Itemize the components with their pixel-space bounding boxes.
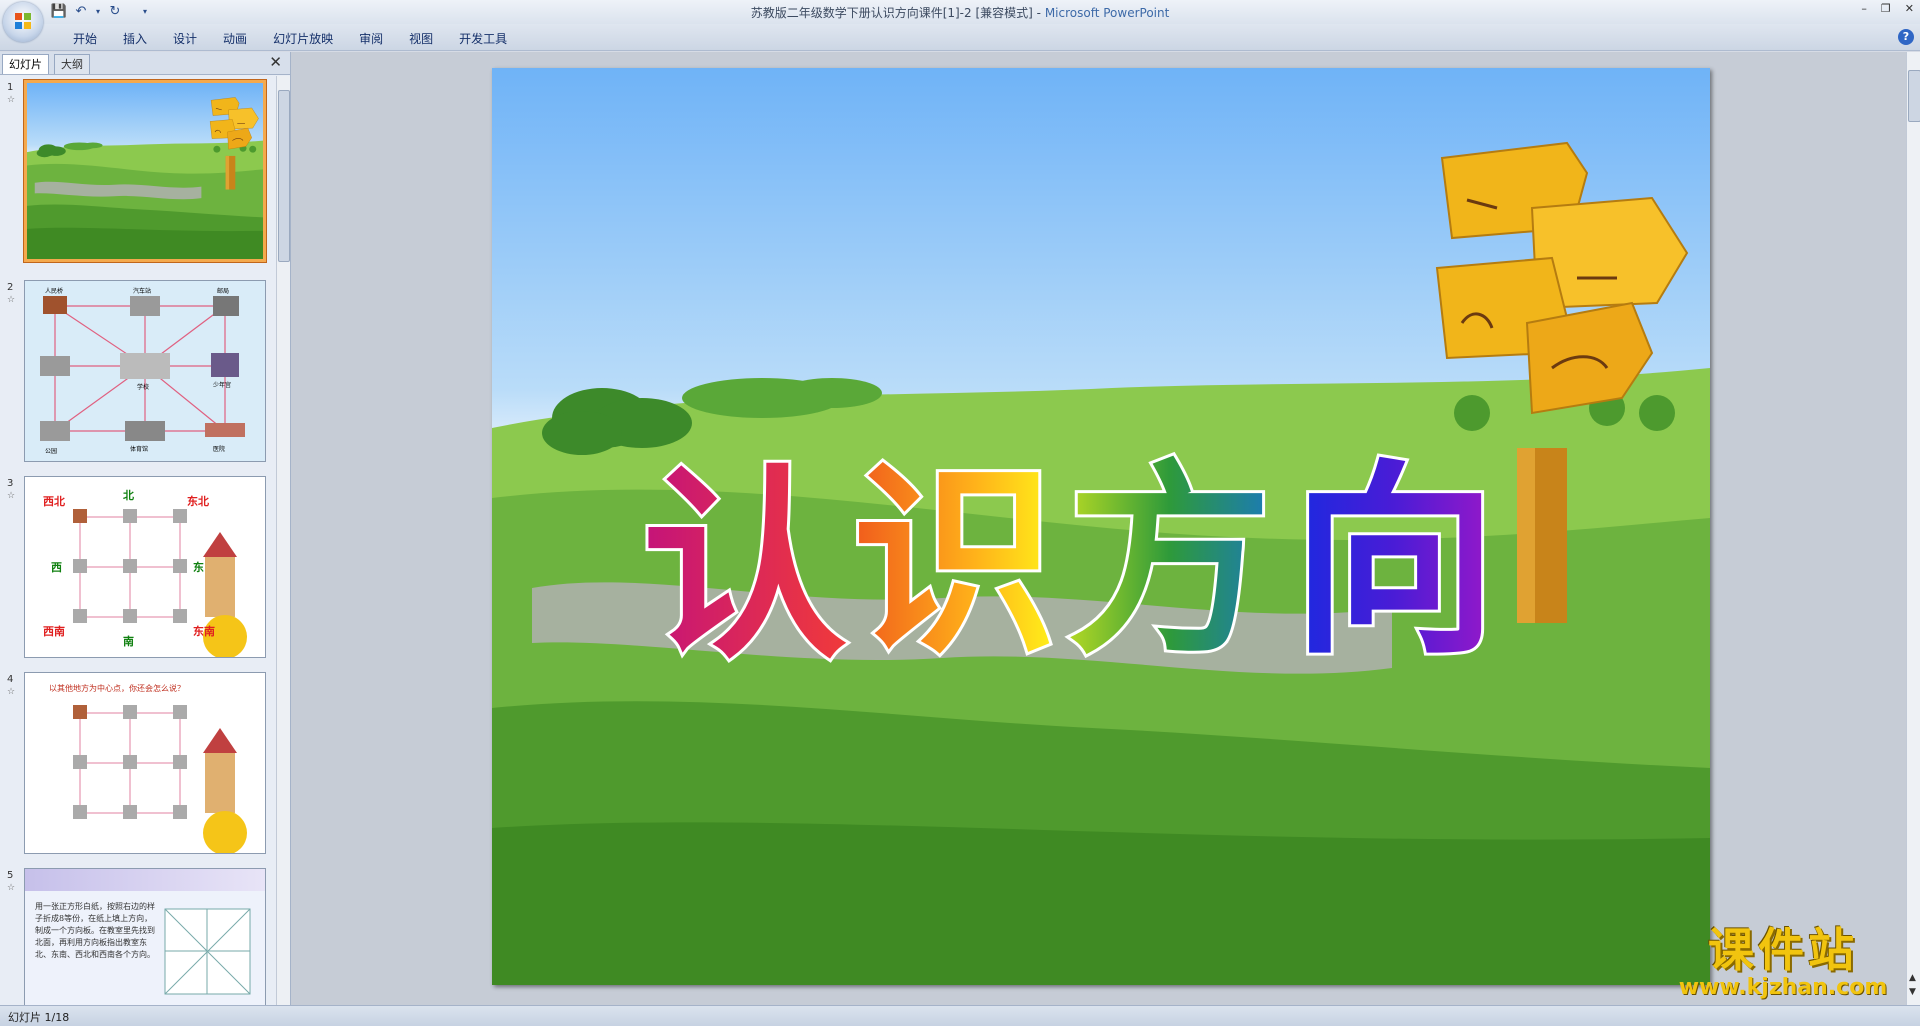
direction-s: 南: [123, 634, 134, 648]
panel-tabs: 幻灯片 大纲 ✕: [0, 52, 290, 75]
next-slide-icon[interactable]: ▼: [1909, 987, 1916, 997]
slide-counter: 幻灯片 1/18: [8, 1011, 70, 1024]
restore-icon[interactable]: ❐: [1881, 2, 1891, 15]
tab-developer[interactable]: 开发工具: [446, 30, 520, 47]
title-char-4: 向: [1292, 444, 1497, 682]
title-char-3: 方: [1067, 444, 1272, 682]
animation-star-icon: ☆: [7, 295, 16, 305]
tab-insert[interactable]: 插入: [110, 30, 160, 47]
help-icon[interactable]: ?: [1898, 29, 1914, 45]
thumbnail-3-compass: 西北 北 东北 西 东 西南 南 东南: [25, 477, 265, 657]
map-label: 体育馆: [130, 445, 148, 453]
watermark-url: www.kjzhan.com: [1678, 975, 1888, 1000]
close-panel-icon[interactable]: ✕: [269, 53, 282, 71]
tab-animation[interactable]: 动画: [210, 30, 260, 47]
main-scroll-thumb[interactable]: [1908, 70, 1920, 122]
animation-star-icon: ☆: [7, 95, 16, 105]
slide-number: 1: [7, 82, 14, 93]
prev-slide-icon[interactable]: ▲: [1909, 973, 1916, 983]
slide-1[interactable]: 认 识 方 向: [492, 68, 1710, 985]
panel-scroll-thumb[interactable]: [278, 90, 290, 262]
map-label: 医院: [213, 445, 225, 453]
slide-thumbnail-4[interactable]: 以其他地方为中心点，你还会怎么说？: [24, 672, 266, 854]
thumbnail-list: 1 ☆ 2 ☆ 人民桥 汽车站 邮局 少年宫 体育馆 学校 医院 公园 3 ☆ …: [0, 76, 276, 1005]
window-title: 苏教版二年级数学下册认识方向课件[1]-2 [兼容模式] - Microsoft…: [750, 6, 1170, 20]
animation-star-icon: ☆: [7, 491, 16, 501]
title-bar: 💾 ↶ ▾ ↻ ▾ 苏教版二年级数学下册认识方向课件[1]-2 [兼容模式] -…: [0, 0, 1920, 24]
map-label: 公园: [45, 448, 57, 455]
slide-number: 4: [7, 674, 14, 685]
slide-number: 3: [7, 478, 14, 489]
direction-sw: 西南: [43, 624, 65, 638]
slide-number: 2: [7, 282, 14, 293]
slide4-question: 以其他地方为中心点，你还会怎么说？: [49, 683, 185, 693]
thumbnail-2-map: 人民桥 汽车站 邮局 少年宫 体育馆 学校 医院 公园: [25, 281, 265, 461]
tab-review[interactable]: 审阅: [346, 30, 396, 47]
map-label: 汽车站: [133, 287, 151, 295]
tab-slides[interactable]: 幻灯片: [2, 54, 49, 74]
direction-e: 东: [193, 560, 204, 574]
slide-thumbnail-1[interactable]: [23, 79, 267, 263]
window-controls: – ❐ ✕: [1861, 2, 1914, 15]
watermark-main: 课件站: [1708, 923, 1858, 977]
office-button[interactable]: [3, 2, 43, 42]
office-logo-icon: [15, 13, 31, 29]
app-name: Microsoft PowerPoint: [1044, 6, 1170, 20]
direction-nw: 西北: [43, 494, 65, 508]
tab-view[interactable]: 视图: [396, 30, 446, 47]
close-icon[interactable]: ✕: [1905, 2, 1914, 15]
ribbon: 开始 插入 设计 动画 幻灯片放映 审阅 视图 开发工具 ?: [0, 24, 1920, 51]
thumbnail-4-map: 以其他地方为中心点，你还会怎么说？: [25, 673, 265, 853]
thumbnail-1-image: [27, 83, 263, 259]
animation-star-icon: ☆: [7, 687, 16, 697]
map-label: 学校: [137, 383, 149, 391]
slide-1-art: 认 识 方 向: [492, 68, 1710, 985]
status-bar: 幻灯片 1/18: [0, 1005, 1920, 1026]
tab-slideshow[interactable]: 幻灯片放映: [260, 30, 346, 47]
direction-se: 东南: [193, 624, 215, 638]
title-char-2: 识: [852, 444, 1057, 682]
panel-scrollbar[interactable]: [276, 76, 290, 1005]
slide-number: 5: [7, 870, 14, 881]
title-char-1: 认: [642, 449, 847, 687]
tab-outline[interactable]: 大纲: [54, 54, 90, 74]
direction-board-icon: [164, 908, 251, 995]
map-label: 人民桥: [45, 287, 63, 295]
direction-ne: 东北: [187, 494, 209, 508]
map-label: 邮局: [217, 287, 229, 295]
document-title: 苏教版二年级数学下册认识方向课件[1]-2 [兼容模式]: [750, 6, 1033, 20]
slide-thumbnail-2[interactable]: 人民桥 汽车站 邮局 少年宫 体育馆 学校 医院 公园: [24, 280, 266, 462]
tab-design[interactable]: 设计: [160, 30, 210, 47]
tab-home[interactable]: 开始: [60, 30, 110, 47]
minimize-icon[interactable]: –: [1861, 2, 1867, 15]
map-label: 少年宫: [213, 381, 231, 389]
slide-thumbnail-5[interactable]: 用一张正方形白纸，按照右边的样子折成8等份，在纸上填上方向，制成一个方向板。在教…: [24, 868, 266, 1005]
slide-thumbnail-3[interactable]: 西北 北 东北 西 东 西南 南 东南: [24, 476, 266, 658]
thumb5-text: 用一张正方形白纸，按照右边的样子折成8等份，在纸上填上方向，制成一个方向板。在教…: [35, 902, 155, 959]
animation-star-icon: ☆: [7, 883, 16, 893]
thumb5-header: [25, 869, 265, 891]
ribbon-tabs: 开始 插入 设计 动画 幻灯片放映 审阅 视图 开发工具: [60, 30, 520, 47]
direction-w: 西: [51, 561, 62, 574]
direction-n: 北: [123, 488, 134, 502]
watermark: 课件站 www.kjzhan.com: [1665, 925, 1901, 1000]
slides-panel: 幻灯片 大纲 ✕ 1 ☆ 2 ☆ 人民桥 汽车站 邮局 少年宫 体育馆 学校 医…: [0, 52, 291, 1005]
main-scrollbar[interactable]: ▲ ▼: [1906, 52, 1920, 1005]
